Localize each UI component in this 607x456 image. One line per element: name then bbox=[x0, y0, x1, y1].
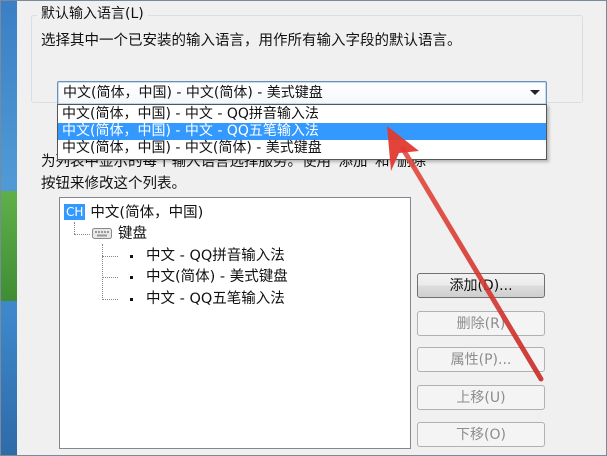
tree-item-bullet bbox=[130, 298, 133, 301]
tree-connector bbox=[102, 277, 118, 278]
move-up-button[interactable]: 上移(U) bbox=[417, 385, 545, 410]
group-title: 默认输入语言(L) bbox=[37, 5, 148, 23]
combobox-selected-value: 中文(简体，中国) - 中文(简体) - 美式键盘 bbox=[63, 85, 323, 101]
properties-button[interactable]: 属性(P)... bbox=[417, 347, 545, 372]
group-description: 选择其中一个已安装的输入语言，用作所有输入字段的默认语言。 bbox=[41, 33, 462, 49]
tree-connector bbox=[102, 256, 118, 257]
language-dropdown-list[interactable]: 中文(简体，中国) - 中文 - QQ拼音输入法 中文(简体，中国) - 中文 … bbox=[57, 104, 547, 160]
move-down-button[interactable]: 下移(O) bbox=[417, 422, 545, 447]
tree-connector bbox=[74, 234, 90, 235]
services-description-line2: 按钮来修改这个列表。 bbox=[41, 176, 186, 192]
remove-button[interactable]: 删除(R) bbox=[417, 311, 545, 336]
tree-item-service[interactable]: 中文 - QQ五笔输入法 bbox=[146, 289, 285, 309]
tree-connector bbox=[102, 299, 118, 300]
desktop-background-strip bbox=[1, 1, 17, 455]
desktop-background-green bbox=[1, 191, 17, 301]
dropdown-option-highlighted[interactable]: 中文(简体，中国) - 中文 - QQ五笔输入法 bbox=[58, 123, 546, 140]
default-language-combobox[interactable]: 中文(简体，中国) - 中文(简体) - 美式键盘 bbox=[57, 81, 547, 105]
tree-item-service[interactable]: 中文(简体) - 美式键盘 bbox=[146, 267, 288, 287]
add-button[interactable]: 添加(D)... bbox=[417, 273, 545, 298]
keyboard-icon bbox=[92, 228, 112, 239]
installed-services-tree[interactable]: CH 中文(简体，中国) 键盘 中文 - QQ拼音输入法 中文(简体) - 美式键… bbox=[59, 197, 411, 449]
tree-connector bbox=[74, 222, 75, 234]
tree-keyboard-label[interactable]: 键盘 bbox=[118, 224, 147, 244]
window-frame: 默认输入语言(L) 选择其中一个已安装的输入语言，用作所有输入字段的默认语言。 … bbox=[0, 0, 607, 456]
tree-item-bullet bbox=[130, 276, 133, 279]
tree-connector bbox=[102, 244, 103, 300]
dropdown-option[interactable]: 中文(简体，中国) - 中文(简体) - 美式键盘 bbox=[58, 140, 546, 157]
tree-item-bullet bbox=[130, 255, 133, 258]
language-badge: CH bbox=[64, 204, 86, 220]
dropdown-option[interactable]: 中文(简体，中国) - 中文 - QQ拼音输入法 bbox=[58, 106, 546, 123]
tree-root-language[interactable]: CH 中文(简体，中国) bbox=[64, 203, 203, 223]
tree-root-label: 中文(简体，中国) bbox=[90, 205, 204, 221]
chevron-down-icon[interactable] bbox=[530, 90, 540, 95]
tree-item-service[interactable]: 中文 - QQ拼音输入法 bbox=[146, 246, 285, 266]
